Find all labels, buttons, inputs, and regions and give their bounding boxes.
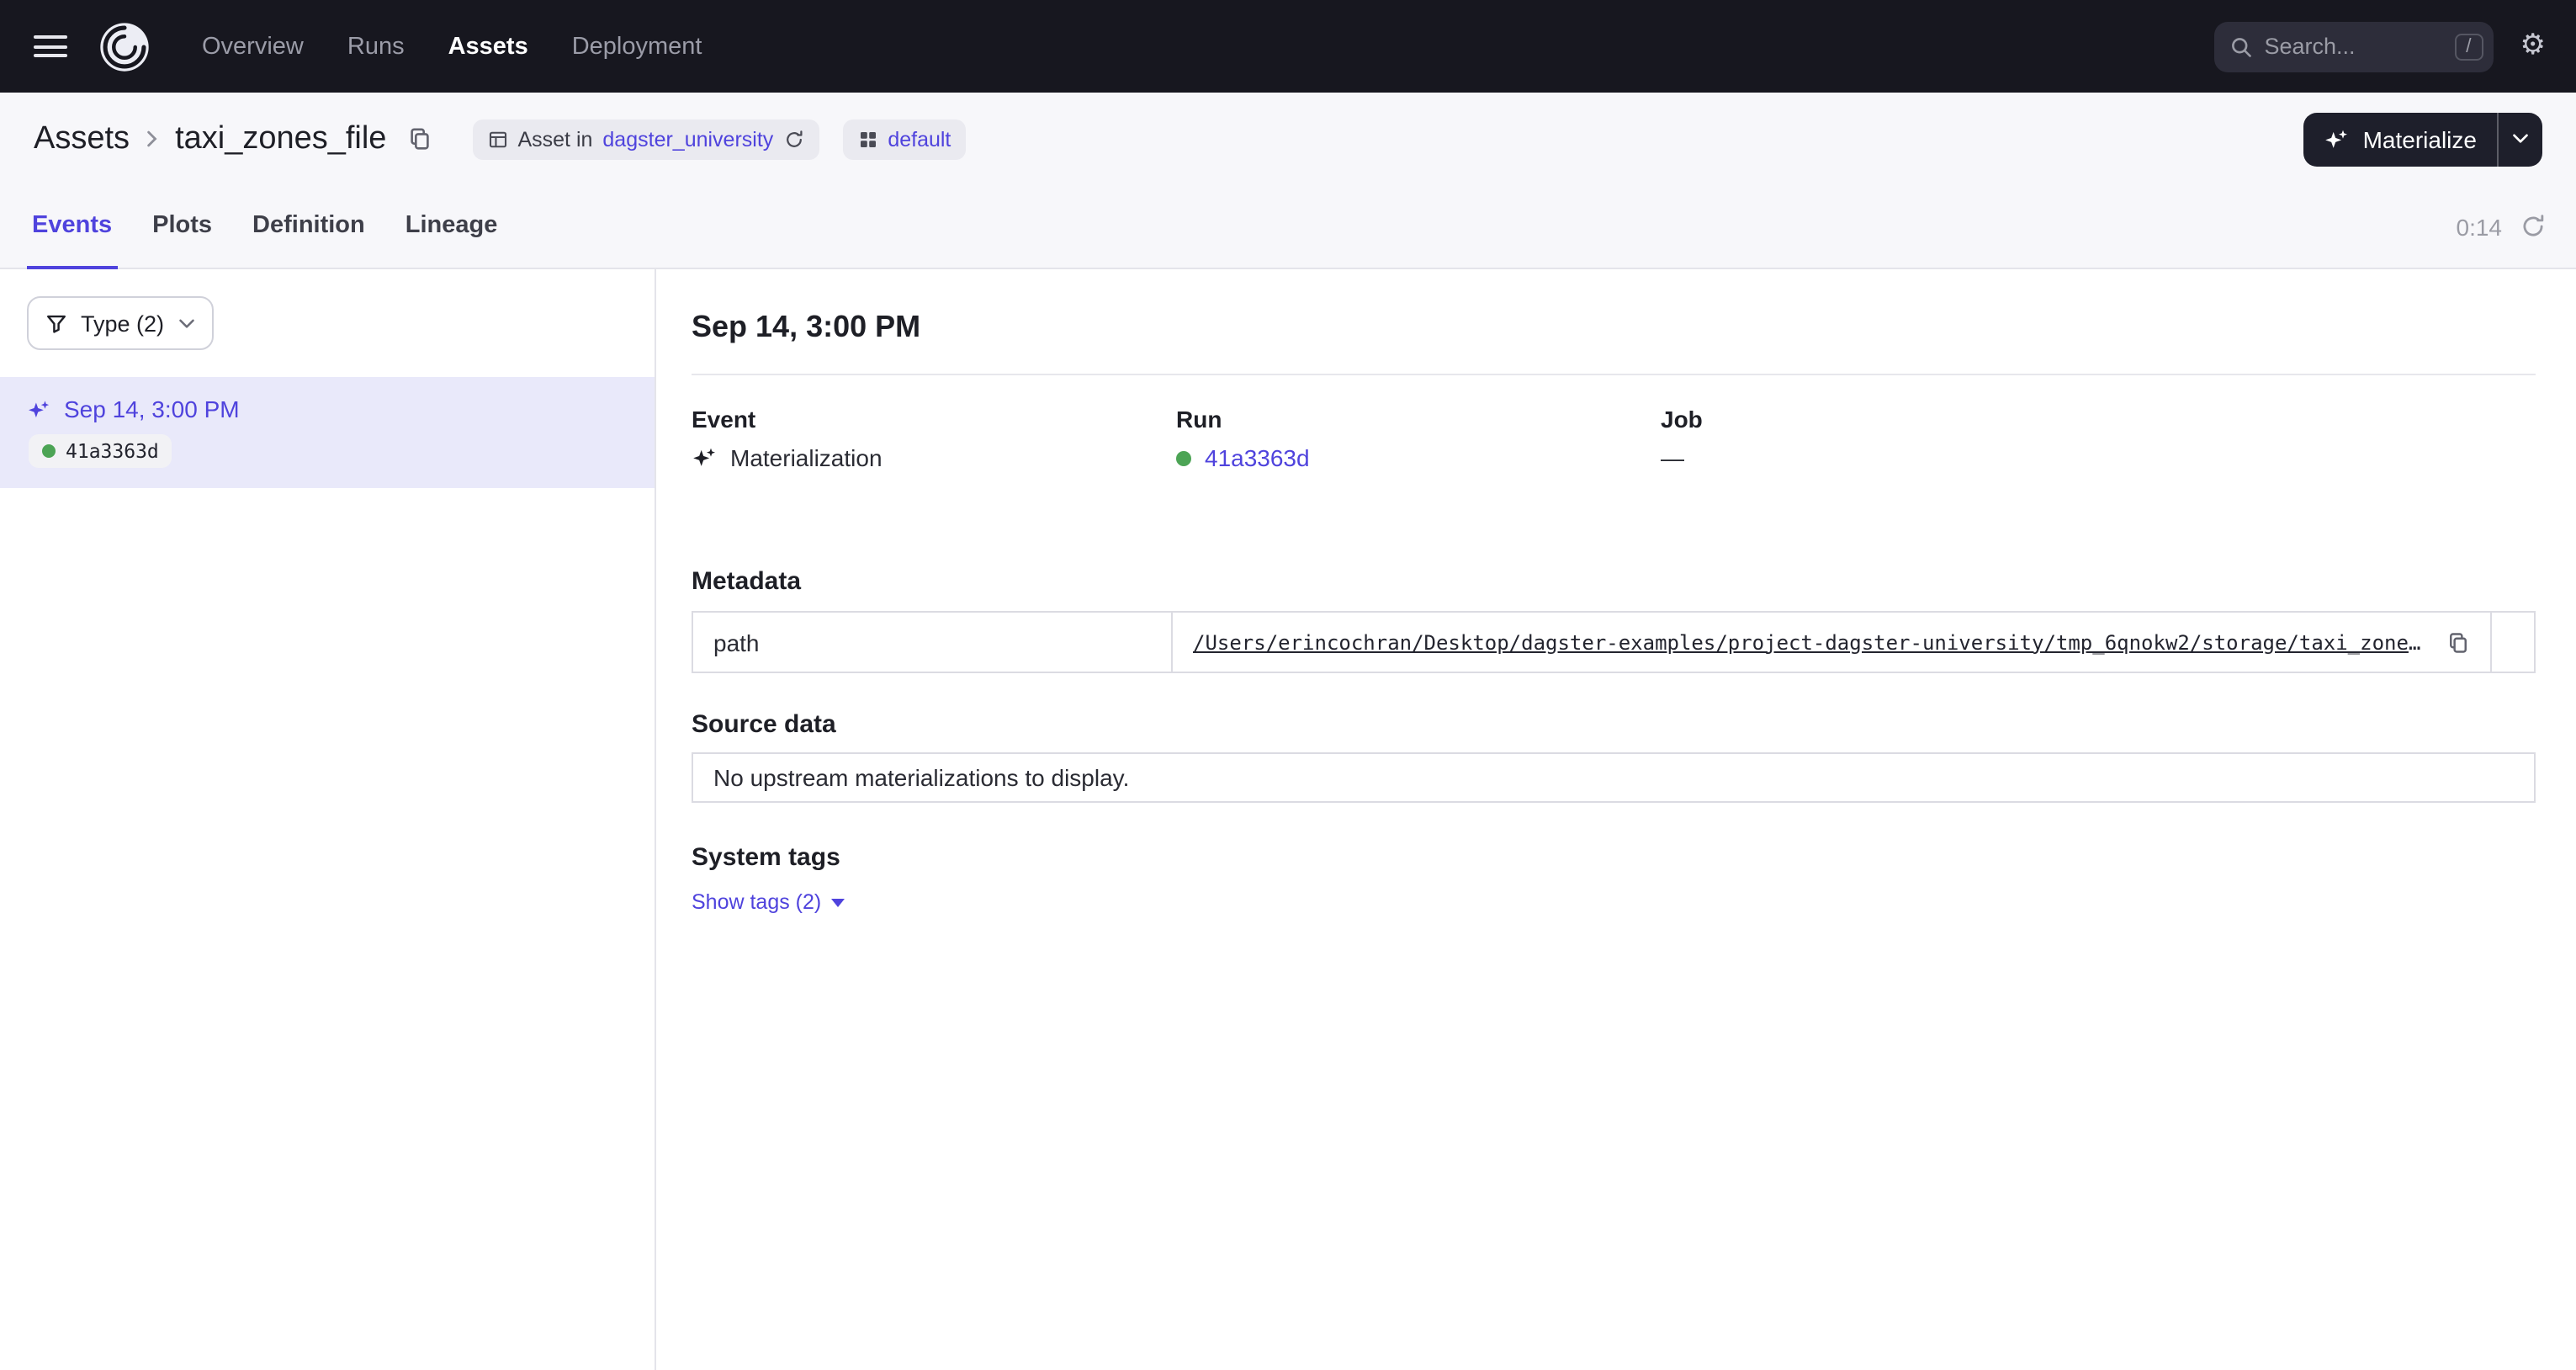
- metadata-heading: Metadata: [692, 567, 2536, 596]
- materialize-icon: [2324, 127, 2350, 151]
- copy-asset-key-button[interactable]: [403, 123, 435, 155]
- event-summary-row: Event Materialization Run 41a3363d: [692, 406, 2536, 471]
- tab-plots[interactable]: Plots: [147, 185, 217, 269]
- content-area: Type (2) Sep 14, 3:00 PM 41a3363d: [0, 269, 2576, 1370]
- tab-events[interactable]: Events: [27, 185, 117, 269]
- nav-runs[interactable]: Runs: [341, 23, 411, 70]
- event-timestamp: Sep 14, 3:00 PM: [64, 396, 240, 422]
- show-tags-label: Show tags (2): [692, 890, 821, 914]
- asset-location-chip[interactable]: Asset in dagster_university: [472, 119, 819, 159]
- nav-deployment[interactable]: Deployment: [565, 23, 709, 70]
- nav-overview[interactable]: Overview: [195, 23, 310, 70]
- nav-assets[interactable]: Assets: [442, 23, 535, 70]
- materialize-dropdown-button[interactable]: [2497, 112, 2542, 166]
- header-chips: Asset in dagster_university default: [472, 119, 966, 159]
- run-link[interactable]: 41a3363d: [1205, 444, 1310, 471]
- run-id-chip[interactable]: 41a3363d: [29, 434, 172, 468]
- run-label: Run: [1176, 406, 1661, 433]
- run-column: Run 41a3363d: [1176, 406, 1661, 471]
- grid-icon: [857, 129, 877, 149]
- event-list-item[interactable]: Sep 14, 3:00 PM 41a3363d: [0, 377, 655, 488]
- event-type-value: Materialization: [730, 444, 883, 471]
- system-tags-heading: System tags: [692, 843, 2536, 872]
- event-column: Event Materialization: [692, 406, 1176, 471]
- search-input[interactable]: Search... /: [2214, 21, 2494, 72]
- materialization-icon: [27, 398, 50, 420]
- filter-row: Type (2): [0, 269, 655, 377]
- event-label: Event: [692, 406, 1176, 433]
- search-placeholder: Search...: [2265, 34, 2443, 59]
- hamburger-menu-button[interactable]: [27, 23, 74, 70]
- copy-icon: [406, 126, 432, 151]
- job-column: Job —: [1661, 406, 2145, 471]
- code-location-link[interactable]: dagster_university: [602, 127, 773, 151]
- chevron-right-icon: [146, 130, 158, 148]
- gear-icon: ⚙: [2520, 32, 2547, 61]
- materialize-button[interactable]: Materialize: [2304, 112, 2497, 166]
- filter-icon: [45, 312, 67, 334]
- breadcrumb-assets-link[interactable]: Assets: [34, 120, 130, 157]
- search-icon: [2229, 35, 2253, 58]
- table-row: path /Users/erincochran/Desktop/dagster-…: [693, 613, 2534, 672]
- asset-chip-prefix: Asset in: [517, 127, 592, 151]
- materialization-icon: [692, 446, 717, 470]
- top-nav: Overview Runs Assets Deployment Search..…: [0, 0, 2576, 93]
- refresh-icon: [2520, 214, 2546, 239]
- caret-down-icon: [831, 898, 845, 906]
- materialize-button-group: Materialize: [2304, 112, 2542, 166]
- show-tags-toggle[interactable]: Show tags (2): [692, 890, 845, 914]
- search-shortcut-badge: /: [2454, 33, 2483, 60]
- reload-icon[interactable]: [783, 129, 803, 149]
- primary-nav: Overview Runs Assets Deployment: [195, 23, 708, 70]
- tab-lineage[interactable]: Lineage: [400, 185, 503, 269]
- metadata-table: path /Users/erincochran/Desktop/dagster-…: [692, 611, 2536, 673]
- breadcrumb-current: taxi_zones_file: [175, 120, 386, 157]
- copy-icon: [2446, 630, 2470, 654]
- copy-path-button[interactable]: [2443, 627, 2473, 657]
- job-label: Job: [1661, 406, 2145, 433]
- chevron-down-icon: [178, 317, 194, 329]
- type-filter-label: Type (2): [81, 311, 164, 336]
- refresh-area: 0:14: [2457, 185, 2550, 268]
- refresh-timer: 0:14: [2457, 213, 2503, 240]
- event-detail-panel: Sep 14, 3:00 PM Event Materialization Ru…: [656, 269, 2576, 1370]
- asset-group-link[interactable]: default: [888, 127, 951, 151]
- heading-divider: [692, 374, 2536, 375]
- run-status-dot: [1176, 450, 1191, 465]
- dagster-app: Overview Runs Assets Deployment Search..…: [0, 0, 2576, 1370]
- page-header: Assets taxi_zones_file Asset in dagster_…: [0, 93, 2576, 185]
- settings-button[interactable]: ⚙: [2517, 29, 2550, 64]
- source-data-heading: Source data: [692, 710, 2536, 739]
- metadata-spacer-cell: [2490, 613, 2534, 672]
- chevron-down-icon: [2512, 133, 2529, 145]
- tab-bar: Events Plots Definition Lineage 0:14: [0, 185, 2576, 269]
- run-status-dot: [42, 444, 56, 458]
- materialize-label: Materialize: [2363, 125, 2477, 152]
- type-filter-button[interactable]: Type (2): [27, 296, 213, 350]
- table-icon: [487, 129, 507, 149]
- asset-group-chip[interactable]: default: [842, 119, 966, 159]
- events-sidebar: Type (2) Sep 14, 3:00 PM 41a3363d: [0, 269, 656, 1370]
- job-value: —: [1661, 444, 2145, 471]
- metadata-key-cell: path: [693, 613, 1173, 672]
- refresh-button[interactable]: [2517, 210, 2549, 242]
- run-id-text: 41a3363d: [66, 439, 159, 463]
- tab-definition[interactable]: Definition: [247, 185, 370, 269]
- dagster-logo: [94, 16, 155, 77]
- event-heading: Sep 14, 3:00 PM: [692, 310, 2536, 345]
- metadata-value-cell: /Users/erincochran/Desktop/dagster-examp…: [1173, 613, 2490, 672]
- breadcrumb: Assets taxi_zones_file: [34, 120, 435, 157]
- source-data-empty: No upstream materializations to display.: [692, 752, 2536, 803]
- path-link[interactable]: /Users/erincochran/Desktop/dagster-examp…: [1193, 630, 2426, 654]
